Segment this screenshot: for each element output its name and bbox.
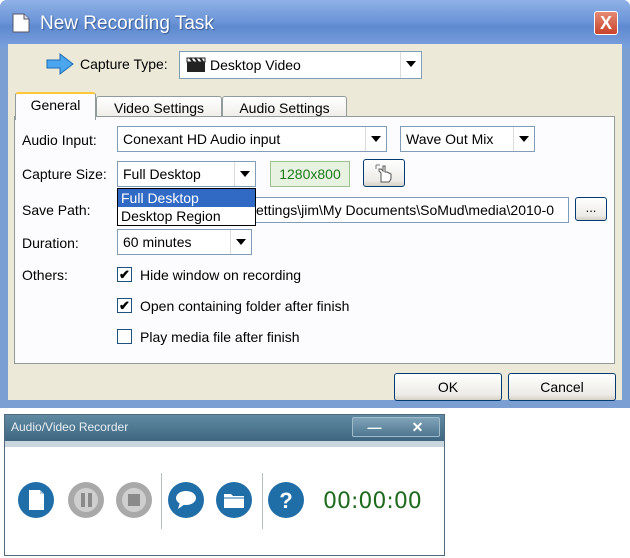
- tab-general[interactable]: General: [15, 92, 96, 120]
- audio-mix-value: Wave Out Mix: [406, 131, 494, 147]
- resolution-display: 1280x800: [270, 161, 350, 187]
- recorder-window-controls: — ✕: [352, 417, 440, 437]
- audio-input-value: Conexant HD Audio input: [123, 131, 281, 147]
- audio-input-label: Audio Input:: [22, 132, 97, 148]
- recorder-title: Audio/Video Recorder: [11, 420, 129, 434]
- arrow-right-icon: [46, 52, 74, 76]
- document-icon: [12, 13, 30, 33]
- capture-size-option-full-desktop[interactable]: Full Desktop: [118, 189, 255, 207]
- capture-size-select[interactable]: Full Desktop: [117, 161, 256, 187]
- recorder-close-button[interactable]: ✕: [396, 418, 439, 436]
- toolbar-separator: [262, 473, 263, 529]
- duration-select[interactable]: 60 minutes: [117, 229, 252, 255]
- dialog-title-bar[interactable]: New Recording Task X: [0, 0, 630, 48]
- chevron-down-icon[interactable]: [234, 162, 255, 186]
- play-media-checkbox[interactable]: [117, 329, 132, 344]
- duration-value: 60 minutes: [123, 234, 192, 250]
- stop-icon[interactable]: [115, 481, 153, 519]
- clapperboard-icon: [186, 57, 206, 72]
- new-file-icon[interactable]: [17, 481, 55, 519]
- capture-size-value: Full Desktop: [123, 166, 201, 182]
- recording-timer: 00:00:00: [323, 489, 422, 514]
- new-recording-task-dialog: New Recording Task X Capture Type: Deskt…: [0, 0, 630, 408]
- hide-window-checkbox[interactable]: ✔: [117, 267, 132, 282]
- recorder-title-bar[interactable]: Audio/Video Recorder — ✕: [5, 415, 444, 441]
- pointer-hand-icon: [375, 164, 392, 183]
- play-media-label[interactable]: Play media file after finish: [140, 329, 300, 345]
- duration-label: Duration:: [22, 235, 79, 251]
- folder-icon[interactable]: [215, 481, 253, 519]
- capture-size-option-desktop-region[interactable]: Desktop Region: [118, 207, 255, 225]
- select-region-button[interactable]: [363, 159, 405, 187]
- capture-type-label: Capture Type:: [80, 56, 168, 72]
- capture-type-select[interactable]: Desktop Video: [179, 51, 422, 79]
- open-folder-checkbox[interactable]: ✔: [117, 298, 132, 313]
- help-icon[interactable]: ?: [267, 481, 305, 519]
- capture-size-label: Capture Size:: [22, 166, 107, 182]
- comment-icon[interactable]: [167, 481, 205, 519]
- recorder-strip: [5, 441, 444, 447]
- audio-input-select[interactable]: Conexant HD Audio input: [117, 126, 387, 152]
- cancel-button[interactable]: Cancel: [508, 373, 616, 401]
- dialog-title: New Recording Task: [40, 13, 214, 34]
- hide-window-label[interactable]: Hide window on recording: [140, 267, 301, 283]
- close-button[interactable]: X: [594, 11, 618, 35]
- general-panel: [14, 116, 615, 364]
- capture-type-value: Desktop Video: [210, 57, 301, 73]
- chevron-down-icon[interactable]: [400, 52, 421, 78]
- capture-size-dropdown: Full Desktop Desktop Region: [117, 188, 256, 226]
- audio-video-recorder-window: Audio/Video Recorder — ✕ ? 00:00:00: [4, 414, 445, 556]
- toolbar-separator: [161, 473, 162, 529]
- save-path-value: ettings\jim\My Documents\SoMud\media\201…: [256, 202, 555, 218]
- save-path-label: Save Path:: [22, 202, 91, 218]
- others-label: Others:: [22, 267, 68, 283]
- help-glyph: ?: [279, 488, 292, 513]
- chevron-down-icon[interactable]: [513, 127, 534, 151]
- chevron-down-icon[interactable]: [230, 230, 251, 254]
- minimize-button[interactable]: —: [353, 418, 396, 436]
- audio-mix-select[interactable]: Wave Out Mix: [400, 126, 535, 152]
- chevron-down-icon[interactable]: [365, 127, 386, 151]
- ok-button[interactable]: OK: [394, 373, 502, 401]
- pause-icon[interactable]: [67, 481, 105, 519]
- open-folder-label[interactable]: Open containing folder after finish: [140, 298, 349, 314]
- browse-button[interactable]: ...: [575, 197, 607, 221]
